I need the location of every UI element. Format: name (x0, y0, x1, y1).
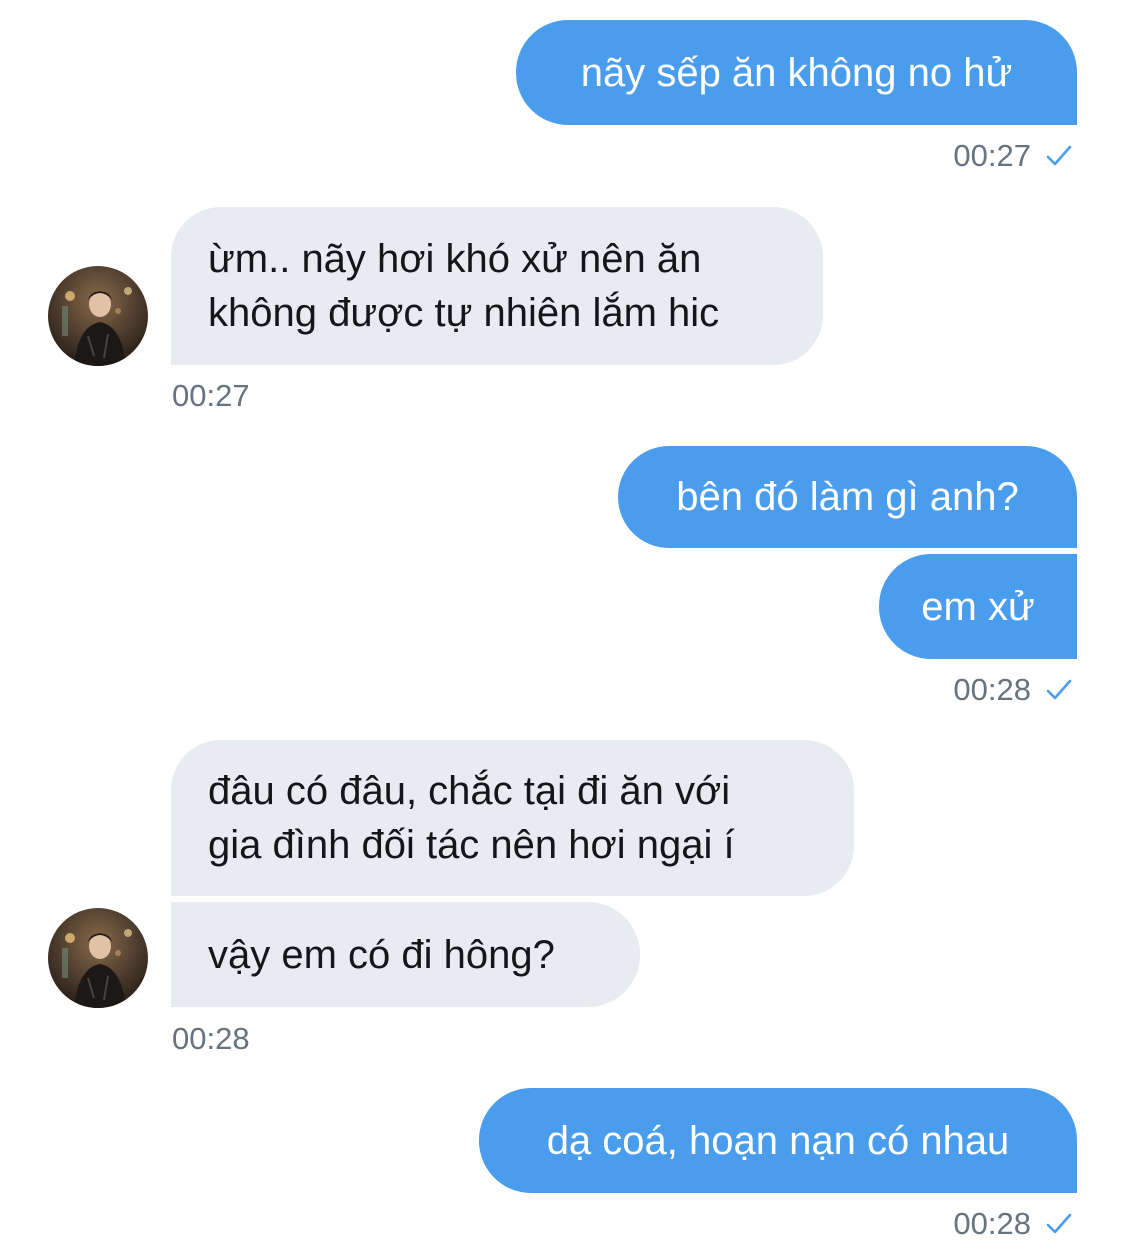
message-timestamp: 00:27 (172, 378, 250, 413)
check-icon (1046, 679, 1072, 700)
outgoing-message[interactable]: em xử (879, 554, 1077, 659)
avatar-image (48, 908, 148, 1008)
contact-avatar[interactable] (48, 908, 148, 1008)
outgoing-message[interactable]: nãy sếp ăn không no hử (516, 20, 1077, 125)
check-icon (1046, 1213, 1072, 1234)
outgoing-message[interactable]: dạ coá, hoạn nạn có nhau (479, 1088, 1077, 1193)
message-text: bên đó làm gì anh? (676, 475, 1019, 519)
incoming-message[interactable]: vậy em có đi hông? (171, 902, 640, 1007)
check-icon (1046, 145, 1072, 166)
message-text: vậy em có đi hông? (208, 932, 555, 977)
outgoing-message[interactable]: bên đó làm gì anh? (618, 446, 1077, 548)
message-timestamp: 00:28 (953, 672, 1073, 708)
contact-avatar[interactable] (48, 266, 148, 366)
message-text: dạ coá, hoạn nạn có nhau (546, 1118, 1010, 1163)
incoming-message[interactable]: ừm.. nãy hơi khó xử nên ăn không được tự… (171, 207, 823, 365)
message-timestamp: 00:28 (172, 1021, 250, 1056)
incoming-message[interactable]: đâu có đâu, chắc tại đi ăn với gia đình … (171, 740, 854, 896)
avatar-image (48, 266, 148, 366)
message-text: nãy sếp ăn không no hử (580, 50, 1013, 95)
message-text: đâu có đâu, chắc tại đi ăn với gia đình … (208, 769, 735, 867)
message-timestamp: 00:28 (953, 1206, 1073, 1242)
message-text: em xử (921, 584, 1035, 629)
message-text: ừm.. nãy hơi khó xử nên ăn không được tự… (208, 237, 720, 335)
message-timestamp: 00:27 (953, 138, 1073, 174)
